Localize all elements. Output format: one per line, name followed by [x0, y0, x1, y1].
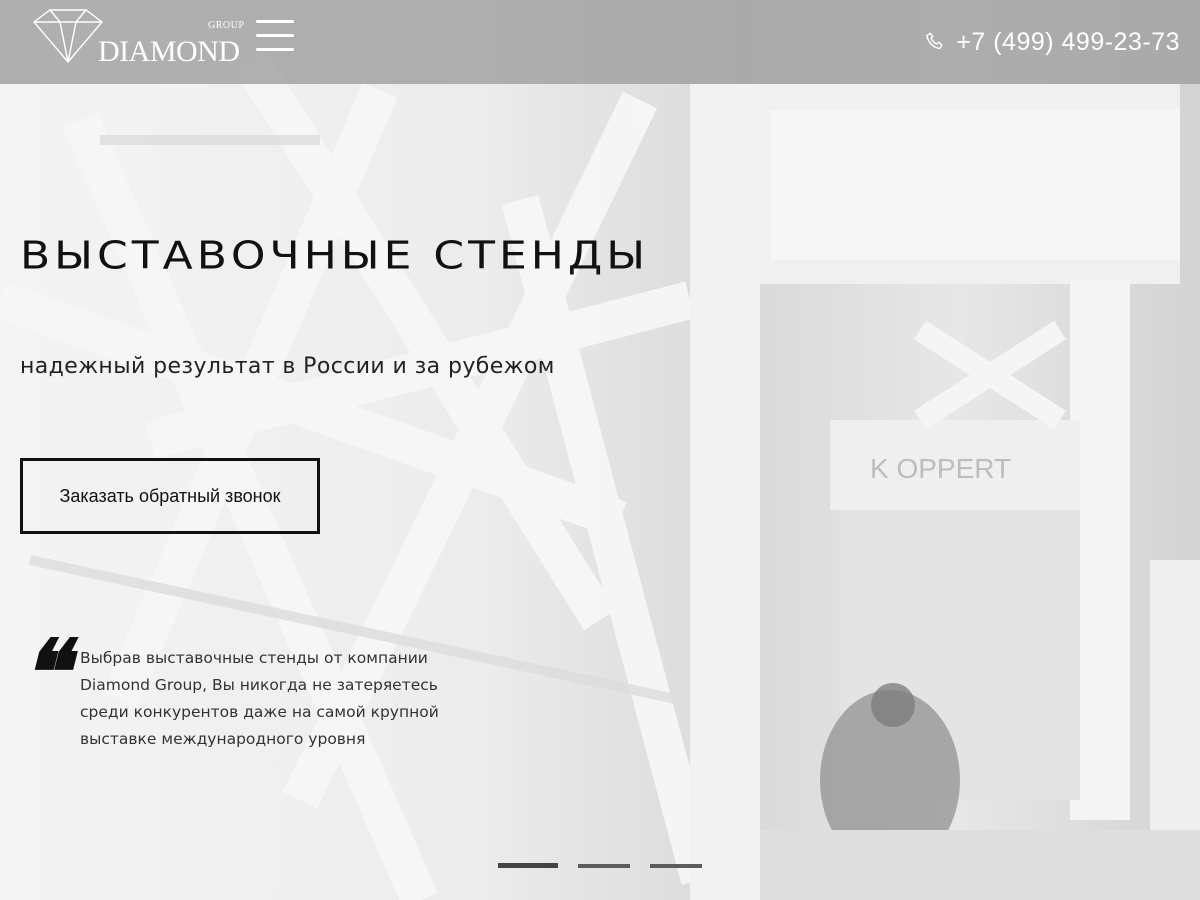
hero-subtitle: надежный результат в России и за рубежом	[20, 354, 555, 379]
phone-number: +7 (499) 499-23-73	[956, 27, 1180, 56]
slider-dot-2[interactable]	[578, 863, 630, 868]
callback-button[interactable]: Заказать обратный звонок	[20, 458, 320, 534]
brand-logo[interactable]: GROUP DIAMOND	[28, 8, 244, 68]
phone-link[interactable]: +7 (499) 499-23-73	[924, 24, 1180, 60]
exhibition-stand-photo: K OPPERT	[0, 49, 1200, 900]
hero-quote: Выбрав выставочные стенды от компании Di…	[80, 649, 439, 748]
slider-dot-1[interactable]	[498, 863, 558, 868]
logo-name: DIAMOND	[98, 35, 240, 68]
phone-icon	[926, 32, 943, 50]
site-header: GROUP DIAMOND +7 (499) 499-23-73	[0, 0, 1200, 84]
svg-text:K OPPERT: K OPPERT	[870, 453, 1011, 484]
slider-pagination	[498, 863, 702, 868]
hero-background-image: K OPPERT	[0, 0, 1200, 900]
hero-title: ВЫСТАВОЧНЫЕ СТЕНДЫ	[20, 234, 650, 278]
menu-line	[256, 34, 294, 37]
slider-dot-3[interactable]	[650, 863, 702, 868]
menu-line	[256, 48, 294, 51]
diamond-logo-icon	[32, 9, 104, 64]
logo-group-label: GROUP	[208, 20, 245, 31]
menu-icon[interactable]	[256, 20, 296, 54]
menu-line	[256, 20, 294, 23]
quote-icon: ❝	[20, 620, 69, 726]
